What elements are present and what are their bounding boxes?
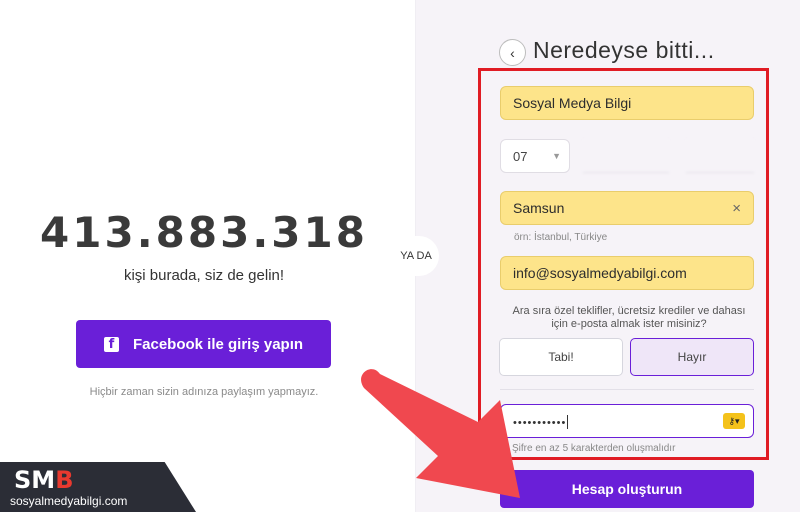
form-title: Neredeyse bitti... [533,37,715,63]
privacy-note: Hiçbir zaman sizin adınıza paylaşım yapm… [89,386,319,398]
logo-letter-m: M [31,466,56,494]
watermark-banner: SMB sosyalmedyabilgi.com [0,462,196,512]
password-key-icon[interactable]: ⚷▾ [723,413,745,429]
facebook-icon: f [103,336,119,352]
arrow-icon [361,369,520,498]
chevron-left-icon: ‹ [510,44,515,61]
create-account-label: Hesap oluşturun [571,481,683,497]
logo-letter-s: S [14,466,32,494]
city-hint: örn: İstanbul, Türkiye [514,232,608,243]
facebook-login-button[interactable]: f Facebook ile giriş yapın [76,320,331,368]
logo-letter-b: B [55,466,74,494]
optin-question: Ara sıra özel teklifler, ücretsiz kredil… [512,305,746,330]
watermark-site: sosyalmedyabilgi.com [10,494,128,508]
birth-year-select[interactable] [686,139,754,173]
chevron-down-icon: ▼ [552,151,561,161]
name-field[interactable]: Sosyal Medya Bilgi [500,86,754,120]
email-field[interactable]: info@sosyalmedyabilgi.com [500,256,754,290]
birth-day-select[interactable]: 07 ▼ [500,139,570,173]
birth-day-value: 07 [513,148,528,164]
city-value: Samsun [513,200,565,216]
user-count: 413.883.318 [40,208,368,257]
optin-yes-label: Tabi! [548,350,574,364]
facebook-login-label: Facebook ile giriş yapın [132,335,304,353]
name-value: Sosyal Medya Bilgi [513,95,632,111]
or-separator: YA DA [393,236,439,276]
arrow-annotation [361,369,520,498]
optin-no-button[interactable]: Hayır [630,338,754,376]
city-field[interactable]: Samsun × [500,191,754,225]
back-button[interactable]: ‹ [499,39,526,66]
optin-no-label: Hayır [677,350,707,364]
clear-icon[interactable]: × [732,200,741,217]
tagline: kişi burada, siz de gelin! [123,267,285,284]
text-cursor [567,415,569,430]
email-value: info@sosyalmedyabilgi.com [513,265,687,281]
watermark-logo: SMB [14,466,73,494]
birth-month-select[interactable] [583,139,669,173]
